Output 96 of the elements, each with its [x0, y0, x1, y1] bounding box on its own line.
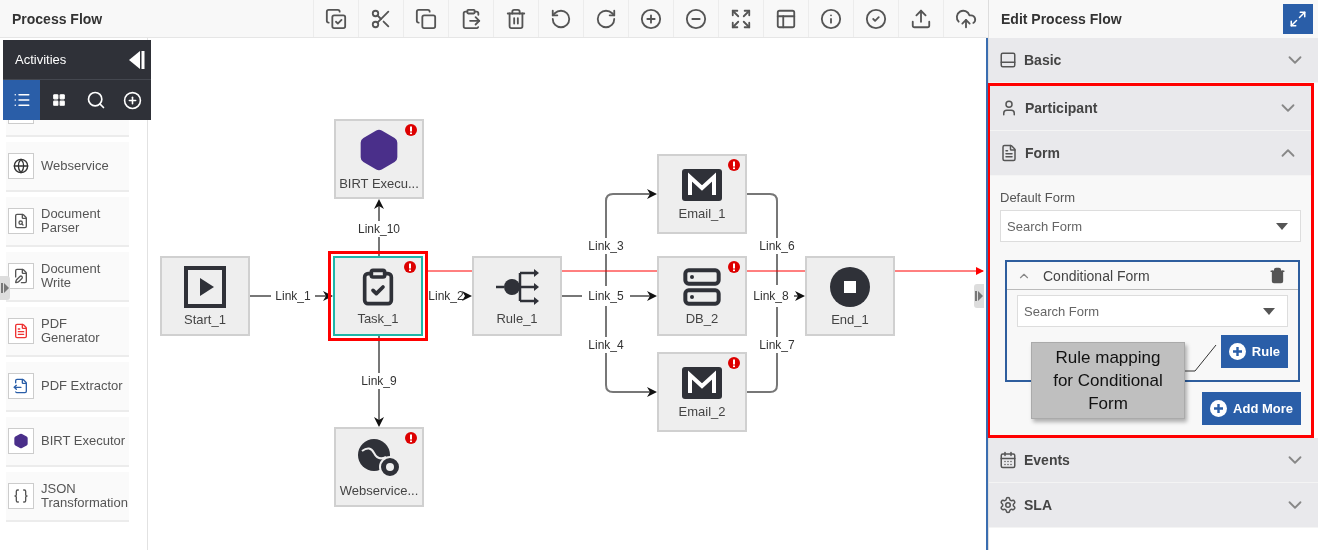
section-header[interactable]: Form [990, 131, 1311, 176]
delete-icon[interactable] [1269, 267, 1286, 284]
zoom-out-icon [685, 7, 707, 30]
palette-item[interactable]: PDF Generator [6, 307, 129, 357]
expand-icon [975, 291, 983, 301]
caret-icon [1276, 222, 1288, 230]
palette-item[interactable]: Document Write [6, 252, 129, 302]
conditional-form-title: Conditional Form [1043, 267, 1151, 284]
expand-handle[interactable] [0, 276, 10, 300]
panel-title: Edit Process Flow [1001, 11, 1122, 27]
link-label: Link_5 [587, 289, 625, 303]
server-icon [682, 266, 722, 307]
fit-screen-icon [730, 7, 752, 30]
palette-item[interactable]: BIRT Executor [6, 417, 129, 467]
connector-arrow[interactable] [793, 291, 805, 301]
leader-line [1185, 344, 1217, 372]
section-header[interactable]: Participant [990, 86, 1311, 131]
process-node[interactable]: Webservice... [334, 427, 424, 507]
copy-icon [415, 7, 437, 30]
palette-item[interactable]: Webservice [6, 142, 129, 192]
process-node[interactable]: Task_1 [333, 256, 423, 336]
link-label: Link_3 [587, 239, 625, 253]
process-node[interactable]: DB_2 [657, 256, 747, 336]
link-label: Link_1 [274, 289, 312, 303]
panel-icon [999, 51, 1017, 69]
envelope-icon [681, 167, 723, 202]
process-node[interactable]: Email_2 [657, 352, 747, 432]
document-icon [1000, 144, 1018, 162]
globe-icon [13, 158, 29, 174]
app-title: Process Flow [11, 10, 104, 27]
process-node[interactable]: End_1 [805, 256, 895, 336]
section-header[interactable]: Events [989, 438, 1318, 483]
link-label: Link_7 [758, 338, 796, 352]
caret-icon [1263, 307, 1275, 315]
palette-item[interactable]: PDF Extractor [6, 362, 129, 412]
section-header[interactable]: SLA [989, 483, 1318, 528]
process-node[interactable]: Rule_1 [472, 256, 562, 336]
connector-arrow[interactable] [462, 291, 472, 301]
link-label: Link_9 [360, 374, 398, 388]
section-header[interactable]: Basic [989, 38, 1318, 83]
info-icon [820, 7, 842, 30]
branch-icon [494, 266, 540, 307]
collapse-icon[interactable] [129, 50, 145, 69]
globe-gear-icon [356, 436, 402, 479]
panel-icon [775, 7, 797, 30]
person-icon [1000, 99, 1018, 117]
expand-icon [1, 283, 9, 293]
pdf-file-icon [13, 323, 29, 339]
cloud-upload-icon [955, 7, 977, 30]
link-label: Link_4 [587, 338, 625, 352]
maximize-button[interactable] [1283, 4, 1313, 34]
play-icon [184, 265, 226, 308]
palette-item[interactable]: Document Parser [6, 197, 129, 247]
form-select[interactable]: Search Form [1000, 210, 1301, 242]
pdf-extract-icon [13, 378, 29, 394]
paste-icon [460, 7, 482, 30]
hexagon-icon [13, 433, 29, 449]
plus-icon [1210, 400, 1228, 417]
upload-icon [910, 7, 932, 30]
activities-title: Activities [15, 52, 67, 67]
connector-arrow[interactable] [249, 291, 333, 301]
field-label: Default Form [1000, 190, 1077, 205]
grid-icon [51, 93, 66, 107]
expand-handle[interactable] [974, 284, 984, 308]
delete-icon [505, 7, 527, 30]
list-icon [12, 91, 31, 109]
calendar-icon [999, 451, 1017, 469]
form-select[interactable]: Search Form [1017, 295, 1288, 327]
check-icon [865, 7, 887, 30]
add-icon [123, 90, 142, 110]
add-more-button[interactable]: Add More [1202, 392, 1301, 425]
process-node[interactable]: Start_1 [160, 256, 250, 336]
palette-item[interactable]: JSON Transformation [6, 472, 129, 522]
redo-icon [595, 7, 617, 30]
braces-icon [13, 488, 29, 504]
select-all-icon [325, 7, 347, 30]
gear-icon [999, 496, 1017, 514]
link-label: Link_10 [357, 222, 401, 236]
link-label: Link_2 [427, 289, 465, 303]
envelope-icon [681, 365, 723, 400]
maximize-icon [1289, 10, 1307, 28]
process-node[interactable]: Email_1 [657, 154, 747, 234]
process-node[interactable]: BIRT Execu... [334, 119, 424, 199]
search-icon [85, 90, 106, 110]
document-search-icon [13, 213, 29, 229]
document-pen-icon [13, 268, 29, 284]
zoom-in-icon [640, 7, 662, 30]
connector-arrow[interactable] [561, 291, 657, 301]
undo-icon [550, 7, 572, 30]
link-label: Link_8 [752, 289, 790, 303]
cut-icon [370, 7, 392, 30]
add-rule-button[interactable]: Rule [1220, 335, 1288, 368]
link-label: Link_6 [758, 239, 796, 253]
stop-icon [829, 265, 871, 308]
callout-tooltip: Rule mapping for Conditional Form [1031, 342, 1185, 419]
plus-icon [1228, 343, 1246, 360]
